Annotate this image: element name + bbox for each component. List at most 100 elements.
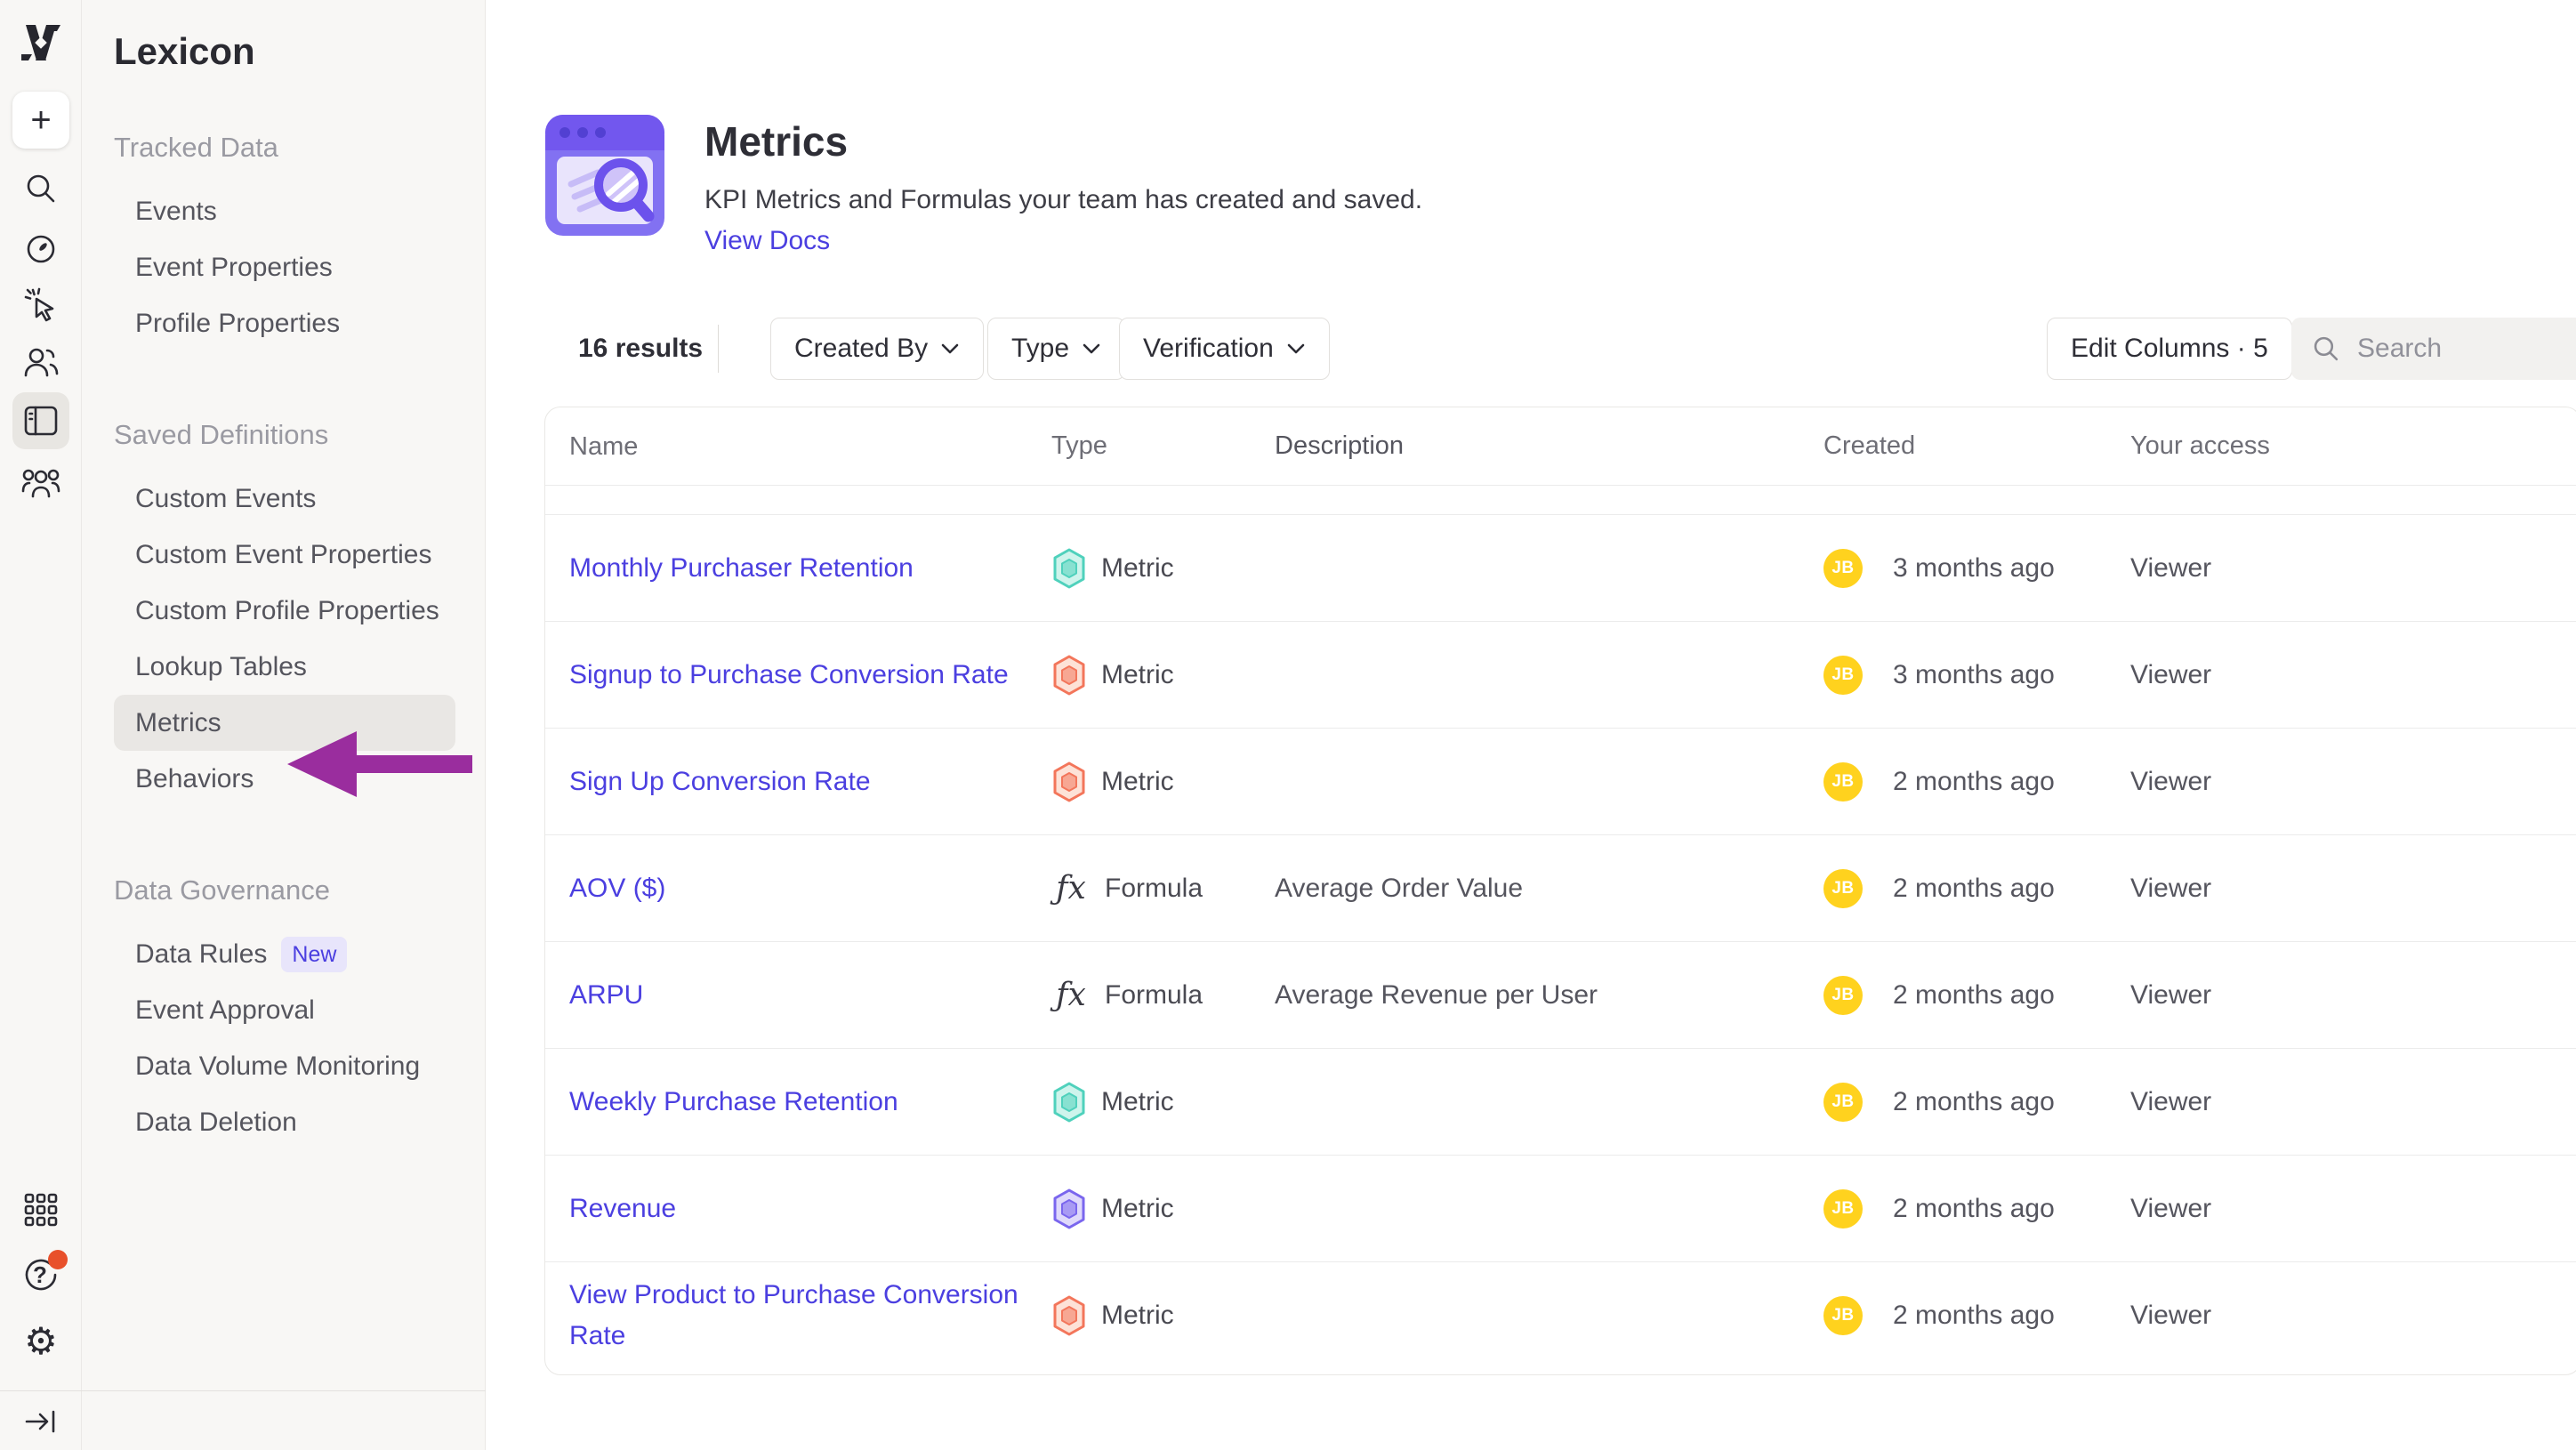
access-cell: Viewer bbox=[2130, 1301, 2576, 1331]
formula-type-icon: ƒx bbox=[1051, 870, 1091, 906]
gear-icon: ⚙ bbox=[24, 1323, 58, 1360]
sidebar-item-label: Data Volume Monitoring bbox=[135, 1038, 420, 1094]
sidebar-item[interactable]: Events bbox=[114, 183, 455, 239]
sidebar-section: Tracked Data Events Event Properties Pro… bbox=[114, 130, 485, 351]
metrics-app-icon bbox=[543, 112, 667, 238]
sidebar-item-label: Event Approval bbox=[135, 982, 315, 1038]
sidebar-item[interactable]: Data Volume Monitoring bbox=[114, 1038, 455, 1094]
sidebar-item[interactable]: Data Rules New bbox=[114, 926, 455, 982]
question-mark: ? bbox=[33, 1261, 47, 1289]
sidebar-item-label: Behaviors bbox=[135, 751, 254, 807]
created-cell: 2 months ago bbox=[1893, 1087, 2055, 1117]
sidebar-section-label: Data Governance bbox=[114, 873, 485, 908]
access-cell: Viewer bbox=[2130, 767, 2576, 797]
view-docs-link[interactable]: View Docs bbox=[704, 226, 830, 256]
metric-name-link[interactable]: Monthly Purchaser Retention bbox=[569, 553, 914, 583]
table-row[interactable]: Signup to Purchase Conversion Rate Metri… bbox=[545, 622, 2576, 729]
access-cell: Viewer bbox=[2130, 553, 2576, 584]
metric-name-link[interactable]: Sign Up Conversion Rate bbox=[569, 767, 871, 796]
chevron-down-icon bbox=[1286, 342, 1306, 355]
settings-icon[interactable]: ⚙ bbox=[12, 1313, 69, 1370]
collapse-sidebar-icon[interactable] bbox=[12, 1393, 69, 1450]
sidebar-item-label: Lookup Tables bbox=[135, 639, 307, 695]
sidebar-section: Data Governance Data Rules New Event App… bbox=[114, 873, 485, 1150]
metrics-table: Name Type Description Created Your acces… bbox=[544, 407, 2576, 1375]
sidebar-item[interactable]: Data Deletion bbox=[114, 1094, 455, 1150]
sidebar-item[interactable]: Lookup Tables bbox=[114, 639, 455, 695]
access-cell: Viewer bbox=[2130, 874, 2576, 904]
search-box[interactable] bbox=[2291, 318, 2576, 380]
search-input[interactable] bbox=[2357, 334, 2576, 364]
create-new-button[interactable]: + bbox=[12, 92, 69, 149]
sidebar-item-label: Custom Events bbox=[135, 471, 316, 527]
metric-name-link[interactable]: Signup to Purchase Conversion Rate bbox=[569, 660, 1009, 689]
sidebar-item[interactable]: Profile Properties bbox=[114, 295, 455, 351]
edit-columns-button[interactable]: Edit Columns · 5 bbox=[2047, 318, 2292, 380]
page-header: Metrics KPI Metrics and Formulas your te… bbox=[543, 112, 1422, 256]
table-row[interactable]: Weekly Purchase Retention Metric JB 2 mo… bbox=[545, 1049, 2576, 1156]
type-label: Metric bbox=[1101, 1194, 1174, 1224]
created-cell: 2 months ago bbox=[1893, 767, 2055, 797]
sidebar-item[interactable]: Custom Event Properties bbox=[114, 527, 455, 583]
table-row[interactable]: View Product to Purchase Conversion Rate… bbox=[545, 1262, 2576, 1369]
sidebar-item[interactable]: Event Approval bbox=[114, 982, 455, 1038]
column-header-your-access[interactable]: Your access bbox=[2130, 431, 2576, 461]
sidebar-section-label: Saved Definitions bbox=[114, 417, 485, 453]
users-icon[interactable] bbox=[12, 333, 69, 390]
help-icon[interactable]: ? bbox=[12, 1246, 69, 1303]
page-description: KPI Metrics and Formulas your team has c… bbox=[704, 185, 1422, 215]
formula-type-icon: ƒx bbox=[1051, 977, 1091, 1013]
access-cell: Viewer bbox=[2130, 660, 2576, 690]
apps-grid-icon[interactable] bbox=[12, 1181, 69, 1238]
column-header-name[interactable]: Name bbox=[545, 426, 1051, 467]
plus-icon: + bbox=[30, 102, 51, 138]
table-row[interactable]: Sign Up Conversion Rate Metric JB 2 mont… bbox=[545, 729, 2576, 835]
metric-name-link[interactable]: AOV ($) bbox=[569, 874, 665, 903]
new-badge: New bbox=[281, 937, 347, 972]
metric-type-icon bbox=[1051, 1188, 1087, 1229]
table-row[interactable]: Revenue Metric JB 2 months ago Viewer bbox=[545, 1156, 2576, 1262]
description-cell: Average Order Value bbox=[1275, 874, 1823, 904]
discover-icon[interactable] bbox=[12, 221, 69, 278]
table-header-row: Name Type Description Created Your acces… bbox=[545, 407, 2576, 486]
created-cell: 2 months ago bbox=[1893, 1301, 2055, 1331]
sidebar-item-label: Data Deletion bbox=[135, 1094, 297, 1150]
avatar: JB bbox=[1823, 762, 1863, 802]
access-cell: Viewer bbox=[2130, 1087, 2576, 1117]
metric-name-link[interactable]: Weekly Purchase Retention bbox=[569, 1087, 898, 1116]
column-header-created[interactable]: Created bbox=[1823, 431, 2130, 461]
table-row[interactable]: AOV ($) ƒx Formula Average Order Value J… bbox=[545, 835, 2576, 942]
sidebar-title: Lexicon bbox=[114, 30, 485, 73]
annotation-arrow-icon bbox=[287, 731, 474, 797]
sidebar-item[interactable]: Custom Events bbox=[114, 471, 455, 527]
metric-name-link[interactable]: ARPU bbox=[569, 980, 643, 1010]
column-header-type[interactable]: Type bbox=[1051, 431, 1275, 461]
metric-name-link[interactable]: Revenue bbox=[569, 1194, 676, 1223]
type-label: Metric bbox=[1101, 553, 1174, 584]
verification-filter[interactable]: Verification bbox=[1119, 318, 1330, 380]
type-label: Metric bbox=[1101, 1087, 1174, 1117]
avatar: JB bbox=[1823, 656, 1863, 695]
created-cell: 3 months ago bbox=[1893, 553, 2055, 584]
type-filter[interactable]: Type bbox=[987, 318, 1125, 380]
created-by-filter[interactable]: Created By bbox=[770, 318, 984, 380]
cursor-click-icon[interactable] bbox=[12, 277, 69, 334]
table-row[interactable]: ARPU ƒx Formula Average Revenue per User… bbox=[545, 942, 2576, 1049]
search-icon[interactable] bbox=[12, 160, 69, 217]
metric-type-icon bbox=[1051, 1295, 1087, 1336]
table-row[interactable]: Monthly Purchaser Retention Metric JB 3 … bbox=[545, 515, 2576, 622]
avatar: JB bbox=[1823, 869, 1863, 908]
column-header-description[interactable]: Description bbox=[1275, 431, 1823, 461]
metric-type-icon bbox=[1051, 548, 1087, 589]
access-cell: Viewer bbox=[2130, 1194, 2576, 1224]
sidebar-section-label: Tracked Data bbox=[114, 130, 485, 165]
sidebar-item[interactable]: Event Properties bbox=[114, 239, 455, 295]
sidebar-item[interactable]: Custom Profile Properties bbox=[114, 583, 455, 639]
lexicon-icon[interactable] bbox=[12, 392, 69, 449]
metric-name-link[interactable]: View Product to Purchase Conversion Rate bbox=[569, 1280, 1018, 1350]
mixpanel-logo-icon[interactable] bbox=[12, 14, 69, 71]
type-label: Metric bbox=[1101, 660, 1174, 690]
cohorts-icon[interactable] bbox=[12, 455, 69, 512]
created-cell: 2 months ago bbox=[1893, 1194, 2055, 1224]
chevron-down-icon bbox=[940, 342, 960, 355]
